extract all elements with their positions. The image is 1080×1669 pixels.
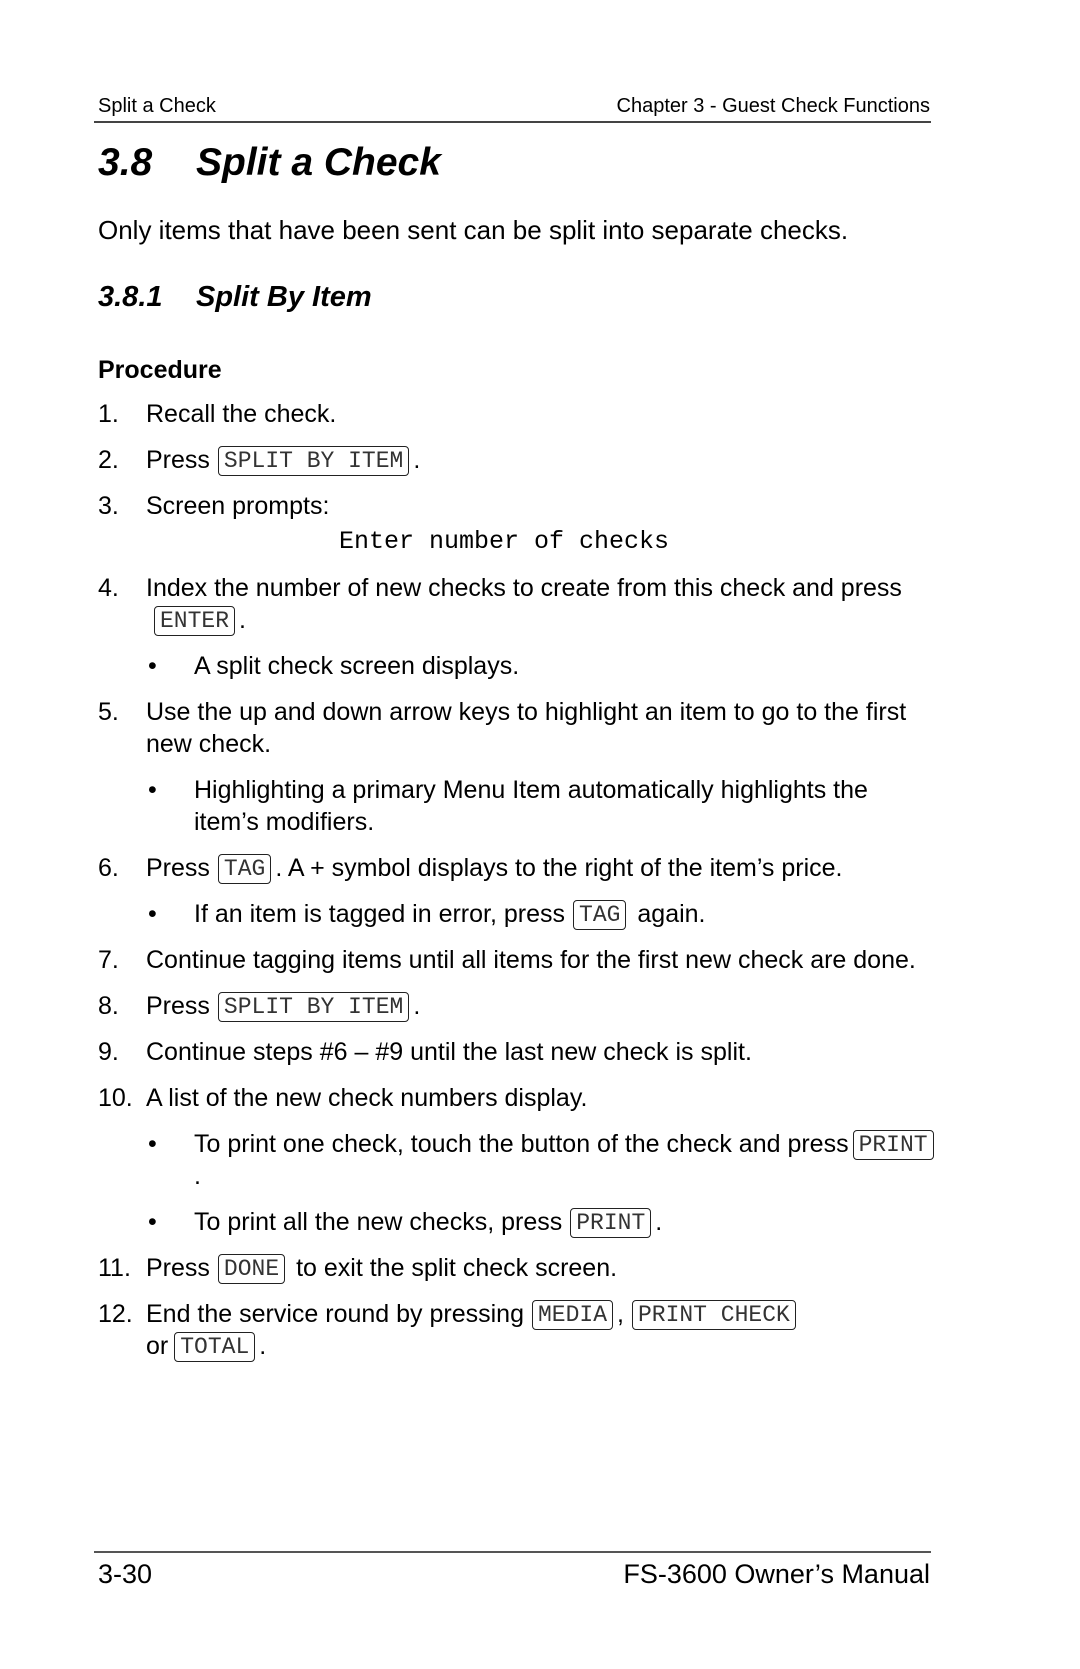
manual-page: Split a Check Chapter 3 - Guest Check Fu… [0,0,1080,1669]
step-2: 2. Press SPLIT BY ITEM. [98,444,938,476]
step-10-bullet-2: • To print all the new checks, press PRIN… [98,1206,938,1238]
intro-paragraph: Only items that have been sent can be sp… [98,215,849,245]
step-text: End the service round by pressing [146,1300,524,1328]
running-footer: 3-30 FS-3600 Owner’s Manual [98,1558,930,1590]
bullet-text-cont: again. [637,900,706,928]
step-number: 10. [98,1084,133,1112]
manual-title: FS-3600 Owner’s Manual [623,1559,930,1589]
bullet-icon: • [148,1208,157,1236]
key-print: PRINT [852,1130,934,1160]
header-chapter: Chapter 3 - Guest Check Functions [616,95,930,117]
step-number: 8. [98,992,119,1020]
bullet-icon: • [148,900,157,928]
step-4: 4. Index the number of new checks to cre… [98,572,938,636]
step-number: 7. [98,946,119,974]
punct: , [617,1300,624,1328]
step-5-bullet: • Highlighting a primary Menu Item autom… [98,774,938,838]
step-number: 6. [98,854,119,882]
key-enter: ENTER [154,606,236,636]
punct: . [655,1208,663,1236]
punct: . [413,446,421,474]
step-text: Press [146,992,210,1020]
step-number: 2. [98,446,119,474]
bullet-icon: • [148,1130,157,1158]
section-title: Split a Check [196,141,441,184]
procedure-label: Procedure [98,356,222,384]
step-text-cont: or [146,1332,169,1360]
key-split-by-item: SPLIT BY ITEM [217,992,410,1022]
punct: . [413,992,421,1020]
step-6-bullet: • If an item is tagged in error, press TA… [98,898,938,930]
step-number: 11. [98,1254,131,1282]
step-number: 9. [98,1038,119,1066]
step-6: 6. Press TAG. A + symbol displays to the … [98,852,938,884]
step-4-bullet: • A split check screen displays. [98,650,938,682]
step-number: 5. [98,698,119,726]
key-done: DONE [217,1254,286,1284]
step-9: 9. Continue steps #6 – #9 until the last… [98,1036,938,1068]
step-text: Press [146,854,210,882]
step-text-cont: . A + symbol displays to the right of th… [275,854,843,882]
step-text: Screen prompts: [146,492,330,520]
step-11: 11. Press DONE to exit the split check sc… [98,1252,938,1284]
bullet-text: A split check screen displays. [194,652,520,680]
section-heading: 3.8 Split a Check [98,140,441,186]
step-text: Press [146,446,210,474]
running-header: Split a Check Chapter 3 - Guest Check Fu… [98,94,930,118]
step-5: 5. Use the up and down arrow keys to hig… [98,696,938,760]
step-text: Press [146,1254,210,1282]
step-8: 8. Press SPLIT BY ITEM. [98,990,938,1022]
step-number: 1. [98,400,119,428]
footer-rule [94,1551,931,1553]
step-text: Index the number of new checks to create… [146,574,902,602]
subsection-heading: 3.8.1 Split By Item [98,280,372,314]
key-media: MEDIA [532,1300,614,1330]
subsection-title: Split By Item [196,281,372,313]
key-print-check: PRINT CHECK [631,1300,796,1330]
punct: . [239,606,246,634]
screen-prompt: Enter number of checks [339,527,670,556]
step-1: 1. Recall the check. [98,398,938,430]
punct: . [259,1332,267,1360]
step-text: Use the up and down arrow keys to highli… [146,698,907,758]
bullet-text: Highlighting a primary Menu Item automat… [194,776,868,836]
step-number: 12. [98,1300,133,1328]
step-3: 3. Screen prompts: Enter number of check… [98,490,938,558]
header-section: Split a Check [98,95,216,117]
step-10-bullet-1: • To print one check, touch the button o… [98,1128,938,1192]
bullet-text: If an item is tagged in error, press [194,900,566,928]
step-text: Continue steps #6 – #9 until the last ne… [146,1038,752,1066]
key-tag: TAG [217,854,272,884]
bullet-icon: • [148,776,157,804]
subsection-number: 3.8.1 [98,281,163,313]
key-split-by-item: SPLIT BY ITEM [217,446,410,476]
step-10: 10. A list of the new check numbers disp… [98,1082,938,1114]
key-tag: TAG [573,900,627,930]
punct: . [194,1162,201,1190]
section-number: 3.8 [98,141,153,184]
step-text: Recall the check. [146,400,337,428]
header-rule [94,121,931,123]
step-12: 12. End the service round by pressing MED… [98,1298,938,1362]
step-number: 3. [98,492,119,520]
step-7: 7. Continue tagging items until all item… [98,944,938,976]
key-total: TOTAL [174,1332,256,1362]
bullet-text: To print one check, touch the button of … [194,1130,849,1158]
step-text: Continue tagging items until all items f… [146,946,916,974]
step-text: A list of the new check numbers display. [146,1084,588,1112]
page-number: 3-30 [98,1559,153,1589]
key-print: PRINT [570,1208,652,1238]
bullet-text: To print all the new checks, press [194,1208,563,1236]
step-number: 4. [98,574,119,602]
step-text-cont: to exit the split check screen. [296,1254,618,1282]
bullet-icon: • [148,652,157,680]
procedure-steps: 1. Recall the check. 2. Press SPLIT BY IT… [98,398,938,1376]
